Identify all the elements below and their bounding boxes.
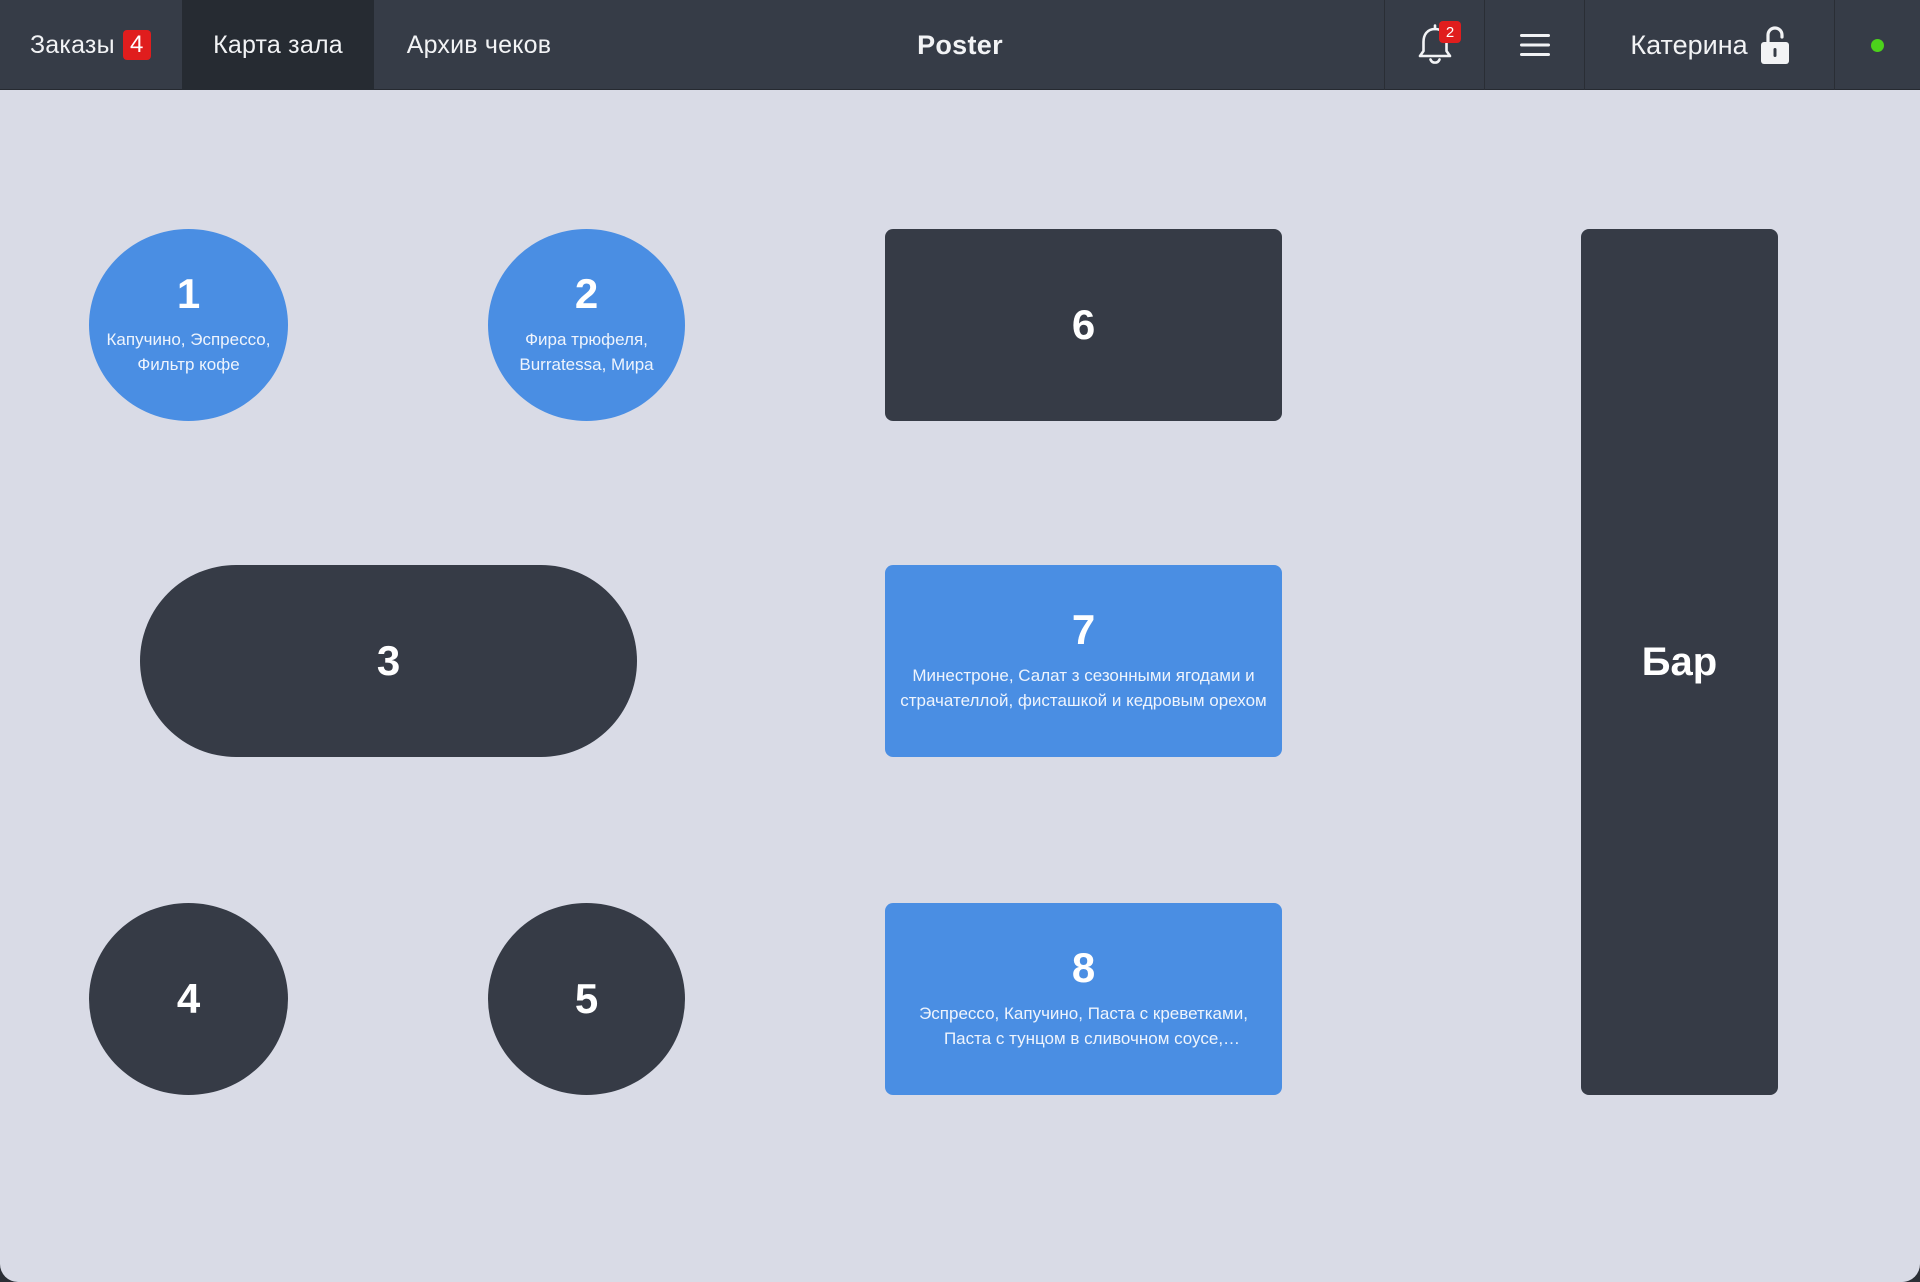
bar-counter[interactable]: Бар	[1581, 229, 1778, 1095]
orders-count-badge: 4	[122, 30, 151, 60]
table-3[interactable]: 3	[140, 565, 637, 757]
table-number: 7	[1071, 606, 1096, 653]
online-status-dot	[1871, 38, 1884, 52]
table-1[interactable]: 1 Капучино, Эспрессо, Фильтр кофе	[89, 229, 288, 421]
menu-button[interactable]	[1485, 0, 1585, 90]
table-order-items: Минестроне, Салат з сезонными ягодами и …	[900, 666, 1267, 710]
unlocked-padlock-icon	[1760, 26, 1789, 64]
table-7[interactable]: 7 Минестроне, Салат з сезонными ягодами …	[885, 565, 1282, 757]
notifications-count-badge: 2	[1439, 21, 1461, 43]
table-6[interactable]: 6	[885, 229, 1282, 421]
table-number: 8	[1071, 944, 1096, 991]
notifications-button[interactable]: 2	[1385, 0, 1485, 90]
tab-hall-map-label: Карта зала	[213, 30, 343, 59]
table-number: 2	[574, 270, 599, 317]
connection-status	[1835, 0, 1920, 90]
user-lock-button[interactable]: Катерина	[1585, 0, 1835, 90]
table-order-items: Фира трюфеля, Burratessa, Мира	[519, 330, 654, 374]
table-5[interactable]: 5	[488, 903, 685, 1095]
app-title: Poster	[917, 29, 1003, 60]
tab-orders-label: Заказы	[30, 30, 115, 59]
app-window: Заказы 4 Карта зала Архив чеков Poster 2	[0, 0, 1920, 1282]
tab-receipts-archive-label: Архив чеков	[406, 30, 552, 59]
table-2[interactable]: 2 Фира трюфеля, Burratessa, Мира	[488, 229, 685, 421]
tab-hall-map[interactable]: Карта зала	[182, 0, 374, 90]
bar-label: Бар	[1641, 640, 1718, 684]
top-bar: Заказы 4 Карта зала Архив чеков Poster 2	[0, 0, 1920, 90]
table-order-items: Эспрессо, Капучино, Паста с креветками, …	[919, 1004, 1248, 1048]
table-number: 1	[176, 270, 201, 317]
table-4[interactable]: 4	[89, 903, 288, 1095]
tab-receipts-archive[interactable]: Архив чеков	[374, 0, 584, 90]
table-order-items: Капучино, Эспрессо, Фильтр кофе	[106, 330, 271, 374]
user-name: Катерина	[1630, 29, 1748, 60]
table-number: 5	[574, 975, 599, 1022]
hamburger-menu-icon	[1520, 34, 1550, 56]
table-8[interactable]: 8 Эспрессо, Капучино, Паста с креветками…	[885, 903, 1282, 1095]
tab-orders[interactable]: Заказы 4	[0, 0, 182, 90]
table-number: 3	[376, 637, 401, 684]
table-number: 4	[176, 975, 201, 1022]
table-number: 6	[1071, 301, 1096, 348]
